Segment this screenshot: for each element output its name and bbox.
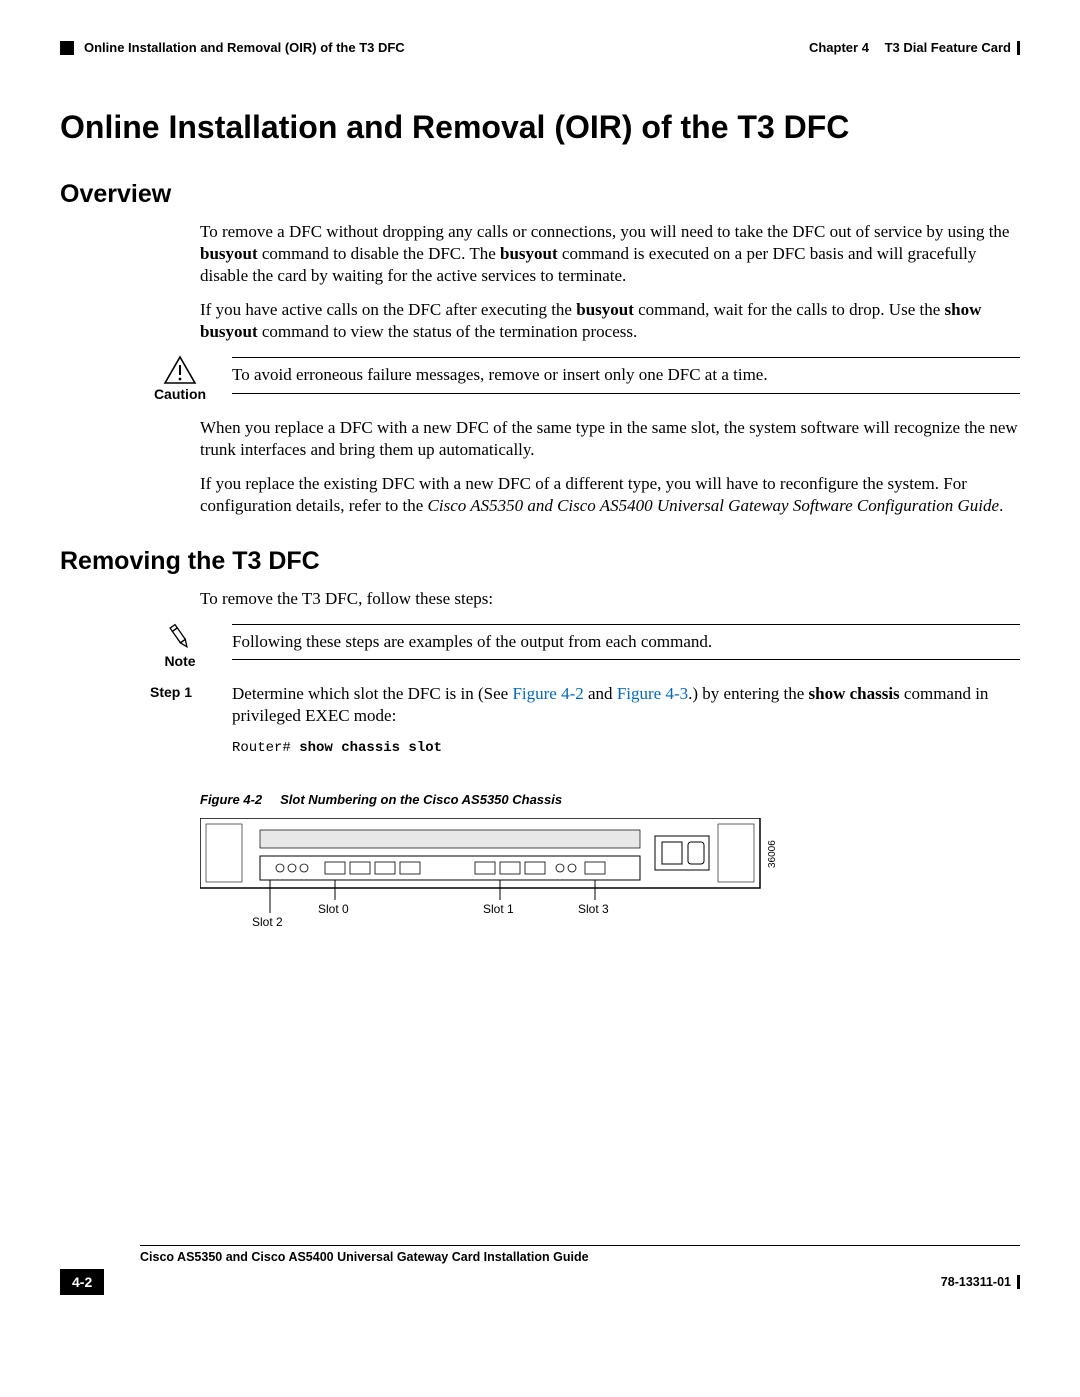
page-footer: Cisco AS5350 and Cisco AS5400 Universal … <box>60 1245 1020 1295</box>
code-block: Router# show chassis slot <box>232 739 1020 757</box>
step-1-text: Determine which slot the DFC is in (See … <box>232 683 1020 727</box>
chapter-title: T3 Dial Feature Card <box>885 40 1011 57</box>
caution-admonition: Caution To avoid erroneous failure messa… <box>150 355 1020 402</box>
header-bar-icon <box>1017 41 1020 55</box>
overview-para-4: If you replace the existing DFC with a n… <box>200 473 1020 517</box>
caution-label: Caution <box>150 387 210 402</box>
link-figure-4-3[interactable]: Figure 4-3 <box>617 684 688 703</box>
slot-label-0: Slot 0 <box>318 902 349 916</box>
footer-guide-title: Cisco AS5350 and Cisco AS5400 Universal … <box>140 1249 1020 1265</box>
overview-para-1: To remove a DFC without dropping any cal… <box>200 221 1020 287</box>
figure-id: 36006 <box>767 840 778 868</box>
overview-para-2: If you have active calls on the DFC afte… <box>200 299 1020 343</box>
slot-label-3: Slot 3 <box>578 902 609 916</box>
section-removing-heading: Removing the T3 DFC <box>60 545 1020 578</box>
caution-text: To avoid erroneous failure messages, rem… <box>232 364 1020 386</box>
note-admonition: Note Following these steps are examples … <box>150 622 1020 669</box>
chassis-figure: Slot 2 Slot 0 Slot 1 Slot 3 36006 <box>200 818 1020 944</box>
link-figure-4-2[interactable]: Figure 4-2 <box>512 684 583 703</box>
note-label: Note <box>150 654 210 669</box>
breadcrumb: Online Installation and Removal (OIR) of… <box>84 40 405 57</box>
figure-caption: Figure 4-2Slot Numbering on the Cisco AS… <box>200 792 1020 809</box>
note-text: Following these steps are examples of th… <box>232 631 1020 653</box>
section-overview-heading: Overview <box>60 178 1020 211</box>
step-label: Step 1 <box>150 683 210 701</box>
overview-para-3: When you replace a DFC with a new DFC of… <box>200 417 1020 461</box>
caution-icon <box>163 355 197 385</box>
page-number-badge: 4-2 <box>60 1269 104 1295</box>
header-marker-icon <box>60 41 74 55</box>
slot-label-2: Slot 2 <box>252 915 283 929</box>
footer-bar-icon <box>1017 1275 1020 1289</box>
doc-number: 78-13311-01 <box>941 1274 1011 1290</box>
chapter-number: Chapter 4 <box>809 40 869 57</box>
running-header: Online Installation and Removal (OIR) of… <box>60 40 1020 57</box>
slot-label-1: Slot 1 <box>483 902 514 916</box>
removing-intro: To remove the T3 DFC, follow these steps… <box>200 588 1020 610</box>
note-icon <box>165 622 195 652</box>
step-1: Step 1 Determine which slot the DFC is i… <box>150 683 1020 767</box>
page-title: Online Installation and Removal (OIR) of… <box>60 107 1020 149</box>
